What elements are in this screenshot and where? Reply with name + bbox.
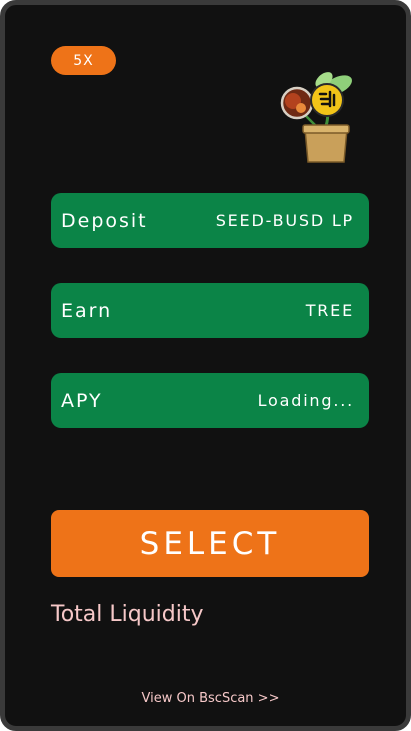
multiplier-badge: 5X — [51, 46, 116, 75]
seed-plant-pot-icon — [277, 67, 357, 165]
view-on-bscscan-link[interactable]: View On BscScan >> — [5, 691, 411, 706]
apy-value: Loading... — [257, 391, 354, 410]
deposit-row: Deposit SEED-BUSD LP — [51, 193, 369, 248]
apy-row: APY Loading... — [51, 373, 369, 428]
deposit-label: Deposit — [61, 209, 148, 232]
select-button[interactable]: SELECT — [51, 510, 369, 577]
apy-label: APY — [61, 389, 103, 412]
pool-card: 5X Deposit SEED-BUSD LP Earn TREE APY Lo… — [0, 0, 411, 731]
earn-label: Earn — [61, 299, 113, 322]
earn-row: Earn TREE — [51, 283, 369, 338]
earn-value: TREE — [305, 301, 354, 320]
total-liquidity-label: Total Liquidity — [51, 602, 204, 627]
deposit-value: SEED-BUSD LP — [215, 211, 354, 230]
